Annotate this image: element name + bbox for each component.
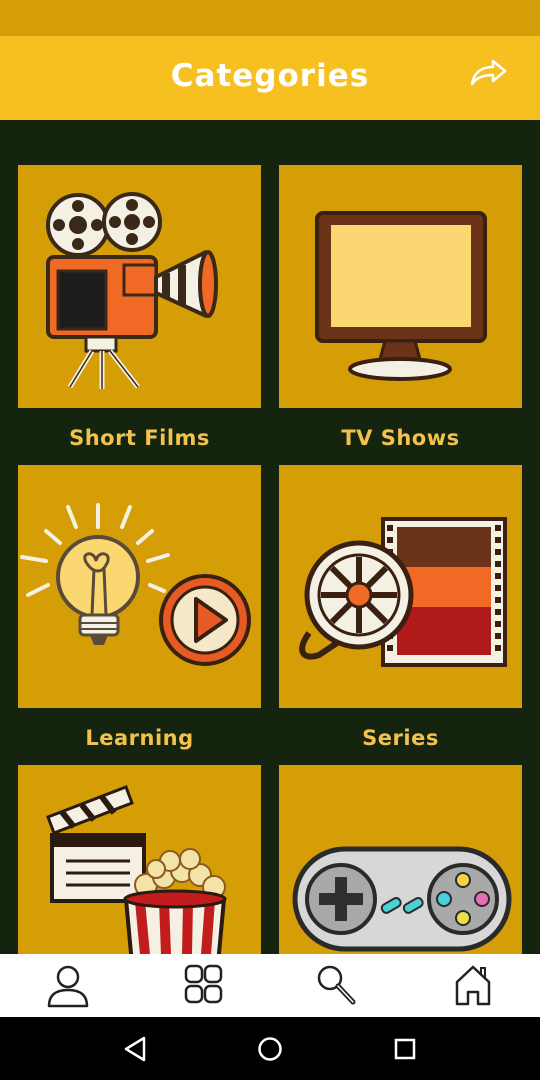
tv-icon xyxy=(315,211,487,381)
nav-categories[interactable] xyxy=(173,962,233,1010)
app-bar: Categories xyxy=(0,36,540,120)
category-card-games[interactable] xyxy=(279,765,522,954)
category-card-short-films[interactable] xyxy=(18,165,261,408)
film-reel-icon xyxy=(299,517,507,667)
nav-home[interactable] xyxy=(443,962,503,1010)
bottom-nav xyxy=(0,954,540,1017)
category-card-tv-shows[interactable] xyxy=(279,165,522,408)
search-icon xyxy=(317,965,356,1005)
category-label-learning: Learning xyxy=(85,726,194,750)
grid-icon xyxy=(184,964,223,1004)
category-card-movies[interactable] xyxy=(18,765,261,954)
status-bar xyxy=(0,0,540,36)
recents-icon xyxy=(394,1038,416,1060)
profile-icon xyxy=(47,965,89,1008)
game-controller-icon xyxy=(292,846,512,952)
category-label-short-films: Short Films xyxy=(69,426,210,450)
nav-search[interactable] xyxy=(308,962,368,1010)
share-button[interactable] xyxy=(466,56,512,92)
back-icon xyxy=(124,1036,146,1062)
share-icon xyxy=(470,59,507,86)
category-label-tv-shows: TV Shows xyxy=(341,426,460,450)
system-back-button[interactable] xyxy=(115,1029,155,1069)
system-nav-bar xyxy=(0,1017,540,1080)
category-card-series[interactable] xyxy=(279,465,522,708)
system-recents-button[interactable] xyxy=(385,1029,425,1069)
nav-profile[interactable] xyxy=(38,962,98,1010)
system-home-button[interactable] xyxy=(250,1029,290,1069)
home-circle-icon xyxy=(258,1037,282,1061)
film-camera-icon xyxy=(46,192,218,389)
category-label-series: Series xyxy=(362,726,439,750)
category-grid: Short Films TV Shows Learning Series xyxy=(0,120,540,954)
category-card-learning[interactable] xyxy=(18,465,261,708)
clapperboard-popcorn-icon xyxy=(46,785,227,954)
home-icon xyxy=(455,965,491,1006)
lightbulb-play-icon xyxy=(20,503,251,666)
page-title: Categories xyxy=(170,58,370,94)
